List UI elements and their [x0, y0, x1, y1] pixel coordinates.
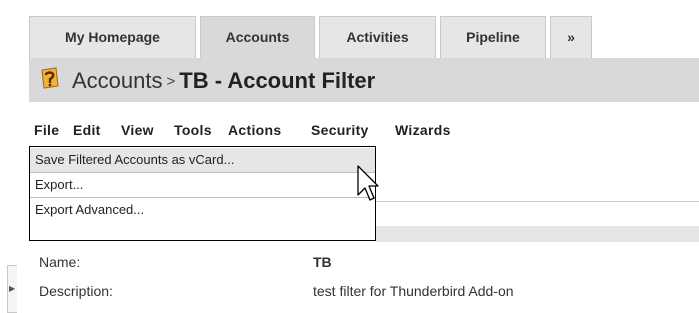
field-label-description: Description:: [39, 283, 113, 299]
tab-my-homepage[interactable]: My Homepage: [29, 16, 196, 58]
field-value-description: test filter for Thunderbird Add-on: [313, 283, 514, 299]
field-value-name: TB: [313, 254, 332, 270]
tab-activities[interactable]: Activities: [319, 16, 436, 58]
menu-tools[interactable]: Tools: [174, 122, 212, 138]
page-title: Accounts > TB - Account Filter: [72, 68, 375, 94]
expand-arrow-icon: ▶: [9, 284, 16, 293]
menu-view[interactable]: View: [121, 122, 154, 138]
field-row-description: Description: test filter for Thunderbird…: [29, 279, 699, 305]
breadcrumb-module[interactable]: Accounts: [72, 68, 163, 93]
menu-item-export[interactable]: Export...: [30, 173, 375, 197]
menu-bar: File Edit View Tools Actions Security Wi…: [29, 114, 699, 146]
module-logo-icon: [41, 67, 59, 89]
section-header-strip: [376, 226, 699, 242]
file-menu-dropdown: Save Filtered Accounts as vCard... Expor…: [29, 146, 376, 241]
menu-security[interactable]: Security: [311, 122, 369, 138]
menu-wizards[interactable]: Wizards: [395, 122, 451, 138]
mouse-pointer-icon: [357, 165, 379, 201]
menu-item-export-advanced[interactable]: Export Advanced...: [30, 198, 375, 222]
field-row-name: Name: TB: [29, 250, 699, 276]
side-panel-toggle[interactable]: ▶: [7, 265, 17, 313]
breadcrumb-separator: >: [166, 73, 176, 90]
field-label-name: Name:: [39, 254, 81, 270]
record-title: TB - Account Filter: [179, 68, 376, 93]
tab-pipeline[interactable]: Pipeline: [440, 16, 546, 58]
menu-edit[interactable]: Edit: [73, 122, 101, 138]
menu-file[interactable]: File: [34, 122, 59, 138]
menu-actions[interactable]: Actions: [228, 122, 281, 138]
menu-item-save-vcard[interactable]: Save Filtered Accounts as vCard...: [30, 148, 375, 172]
tab-accounts[interactable]: Accounts: [200, 16, 315, 58]
page-header: Accounts > TB - Account Filter: [29, 58, 699, 102]
tab-more[interactable]: »: [550, 16, 592, 58]
section-divider: [376, 201, 699, 202]
